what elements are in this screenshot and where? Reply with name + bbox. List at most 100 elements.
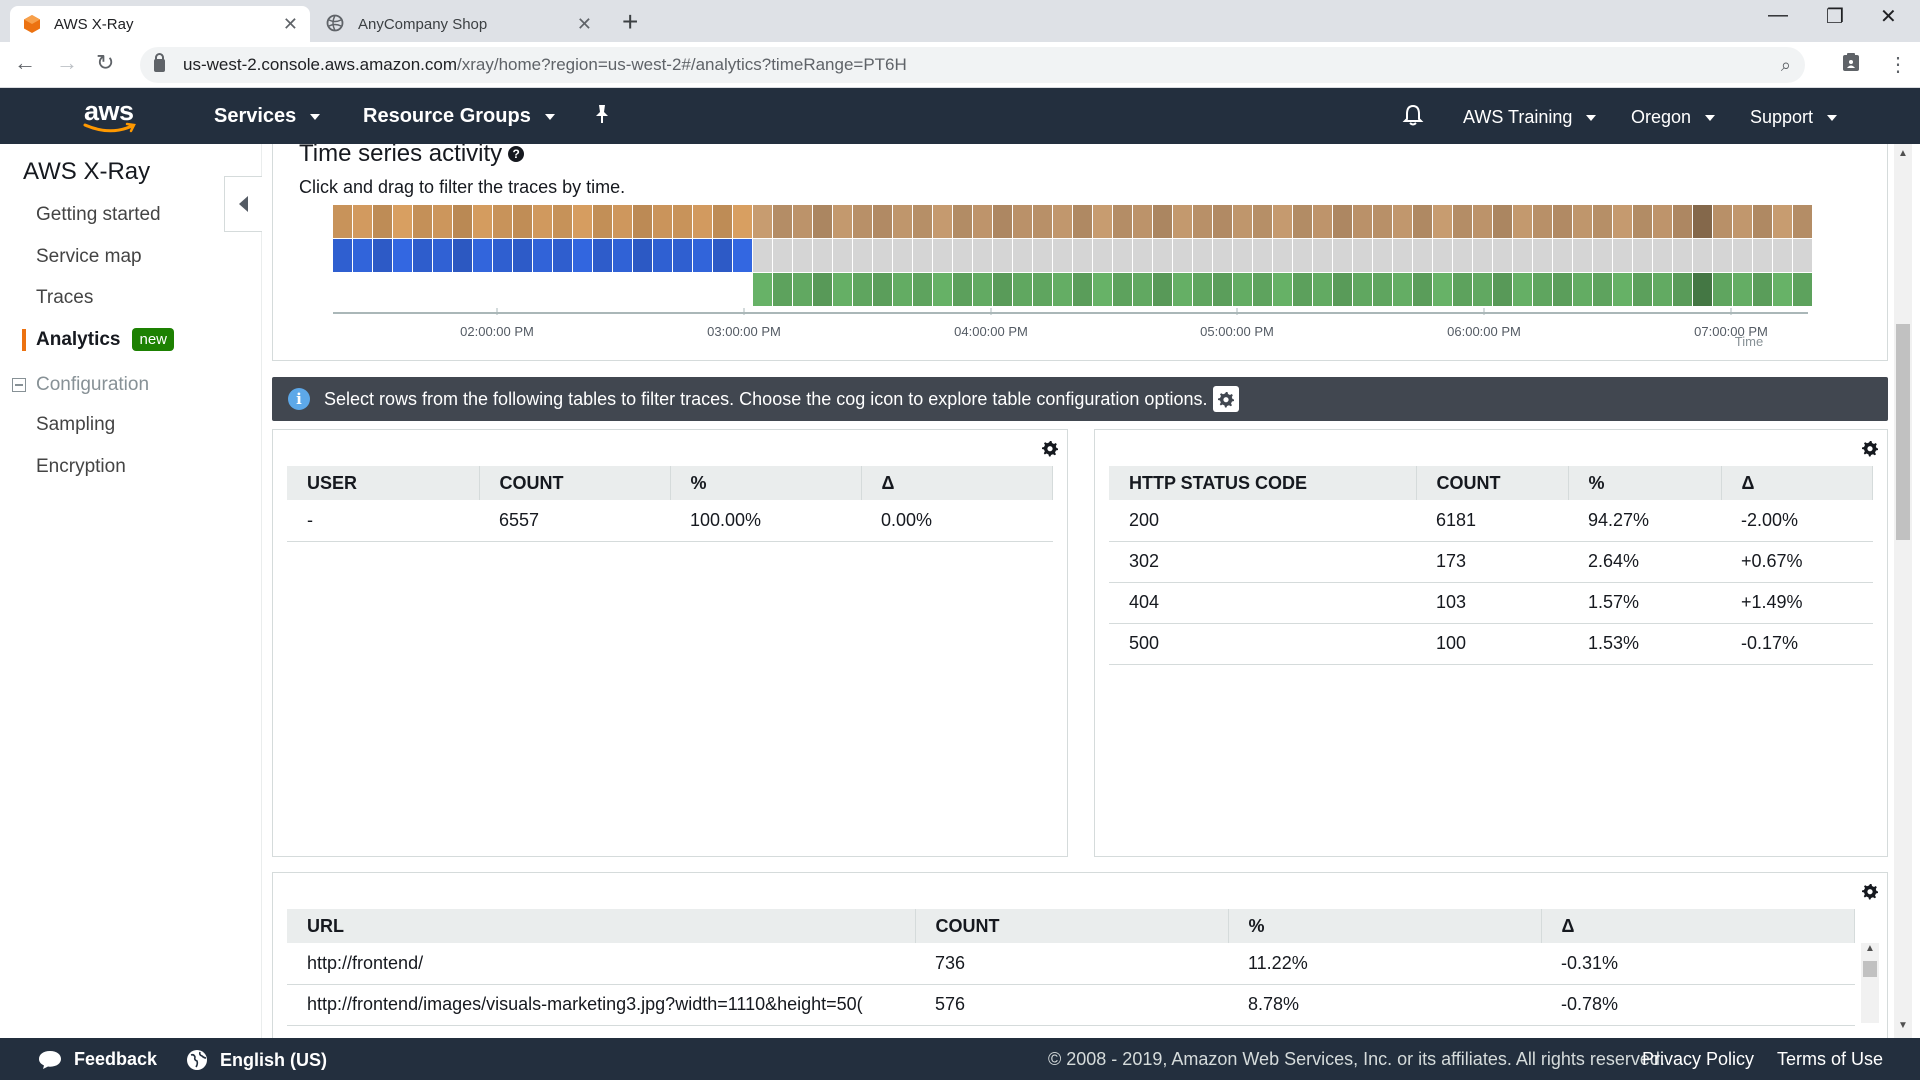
cog-icon[interactable] (1213, 386, 1240, 412)
heatmap-cell (553, 239, 572, 272)
sidebar-item-encryption[interactable]: Encryption (36, 456, 126, 478)
support-menu[interactable]: Support (1750, 107, 1838, 128)
scroll-down-icon[interactable]: ▼ (1898, 1020, 1908, 1031)
heatmap-cell (373, 239, 392, 272)
column-header-url[interactable]: URL (287, 909, 916, 943)
table-row[interactable]: 302 173 2.64% +0.67% (1109, 541, 1873, 583)
close-icon[interactable]: ✕ (577, 14, 592, 35)
region-menu[interactable]: Oregon (1631, 107, 1716, 128)
services-menu[interactable]: Services (214, 105, 321, 128)
aws-logo[interactable]: aws (82, 96, 142, 136)
heatmap-cell (1033, 273, 1052, 306)
privacy-policy-link[interactable]: Privacy Policy (1642, 1049, 1754, 1070)
column-header-count[interactable]: COUNT (914, 909, 1229, 943)
url-table-scrollbar[interactable]: ▲ (1861, 943, 1879, 1023)
heatmap-cell (1753, 205, 1772, 238)
table-row[interactable]: 200 6181 94.27% -2.00% (1109, 500, 1873, 542)
new-tab-icon[interactable]: + (622, 6, 638, 38)
sidebar-item-service-map[interactable]: Service map (36, 246, 142, 268)
account-menu[interactable]: AWS Training (1463, 107, 1597, 128)
sidebar-item-getting-started[interactable]: Getting started (36, 204, 161, 226)
maximize-icon[interactable]: ❐ (1826, 4, 1844, 29)
scrollbar-thumb[interactable] (1896, 324, 1910, 540)
table-row[interactable]: http://frontend/ 736 11.22% -0.31% (287, 943, 1855, 985)
heatmap-cell (993, 239, 1012, 272)
table-row[interactable]: 404 103 1.57% +1.49% (1109, 582, 1873, 624)
heatmap-cell (1233, 205, 1252, 238)
sidebar-item-sampling[interactable]: Sampling (36, 414, 115, 436)
reload-icon[interactable]: ↻ (96, 50, 114, 76)
heatmap-cell (1533, 273, 1552, 306)
minimize-icon[interactable]: — (1768, 4, 1788, 27)
clipboard-icon[interactable] (1842, 52, 1860, 78)
heatmap-cell (393, 239, 412, 272)
heatmap-cell (773, 205, 792, 238)
main-content: Time series activity? Click and drag to … (262, 144, 1894, 1038)
tab-anycompany-shop[interactable]: AnyCompany Shop ✕ (314, 6, 604, 42)
scroll-up-icon[interactable]: ▲ (1865, 943, 1875, 954)
column-header-delta[interactable]: Δ (1540, 909, 1855, 943)
menu-icon[interactable]: ⋮ (1888, 52, 1908, 77)
collapse-sidebar-button[interactable] (224, 176, 262, 232)
heatmap-cell (1693, 273, 1712, 306)
cog-icon[interactable] (1861, 883, 1879, 906)
time-series-heatmap[interactable] (333, 205, 1833, 345)
close-icon[interactable]: ✕ (283, 14, 298, 35)
heatmap-cell (1733, 273, 1752, 306)
column-header-delta[interactable]: Δ (1720, 466, 1873, 500)
user-cell: - (287, 500, 479, 542)
tab-aws-xray[interactable]: AWS X-Ray ✕ (10, 6, 310, 42)
table-row[interactable]: http://frontend/images/visuals-marketing… (287, 984, 1855, 1026)
heatmap-cell (733, 239, 752, 272)
back-icon[interactable]: ← (14, 50, 36, 76)
column-header-http-status[interactable]: HTTP STATUS CODE (1109, 466, 1417, 500)
close-window-icon[interactable]: ✕ (1880, 4, 1897, 29)
cog-icon[interactable] (1041, 440, 1059, 463)
time-series-panel: Time series activity? Click and drag to … (272, 144, 1888, 361)
scrollbar-thumb[interactable] (1863, 961, 1877, 977)
column-header-delta[interactable]: Δ (860, 466, 1053, 500)
heatmap-cell (913, 205, 932, 238)
user-table-panel: USER COUNT % Δ - 6557 100.00% 0.00% (272, 429, 1068, 857)
column-header-percent[interactable]: % (669, 466, 862, 500)
language-selector[interactable]: English (US) (186, 1049, 327, 1071)
table-row[interactable]: 500 100 1.53% -0.17% (1109, 623, 1873, 665)
column-header-percent[interactable]: % (1227, 909, 1542, 943)
heatmap-cell (1493, 273, 1512, 306)
page-scrollbar[interactable]: ▲ ▼ (1894, 144, 1912, 1038)
lock-icon (154, 52, 165, 72)
zoom-icon[interactable]: ⌕ (1781, 55, 1791, 76)
heatmap-cell (913, 239, 932, 272)
heatmap-cell (1453, 205, 1472, 238)
forward-icon[interactable]: → (56, 50, 78, 76)
heatmap-cell (1433, 273, 1452, 306)
feedback-link[interactable]: Feedback (38, 1049, 157, 1070)
heatmap-cell (1333, 205, 1352, 238)
sidebar-item-traces[interactable]: Traces (36, 287, 93, 309)
heatmap-cell (473, 239, 492, 272)
heatmap-cell (1033, 205, 1052, 238)
sidebar-section-configuration[interactable]: Configuration (12, 374, 149, 396)
heatmap-cell (673, 239, 692, 272)
address-bar[interactable]: us-west-2.console.aws.amazon.com/xray/ho… (140, 47, 1805, 83)
column-header-user[interactable]: USER (287, 466, 480, 500)
bell-icon[interactable] (1402, 103, 1424, 127)
sidebar-item-analytics[interactable]: Analytics new (36, 328, 175, 351)
table-row[interactable]: - 6557 100.00% 0.00% (287, 500, 1053, 542)
column-header-count[interactable]: COUNT (1415, 466, 1569, 500)
delta-cell: +0.67% (1721, 541, 1873, 583)
heatmap-cell (1313, 239, 1332, 272)
column-header-percent[interactable]: % (1567, 466, 1722, 500)
pin-icon[interactable] (592, 103, 612, 125)
resource-groups-menu[interactable]: Resource Groups (363, 105, 555, 128)
time-axis-label: 02:00:00 PM (460, 324, 534, 339)
column-header-count[interactable]: COUNT (478, 466, 671, 500)
globe-icon (326, 14, 346, 34)
cog-icon[interactable] (1861, 440, 1879, 463)
heatmap-cell (1793, 205, 1812, 238)
help-icon[interactable]: ? (508, 146, 525, 162)
scroll-up-icon[interactable]: ▲ (1898, 148, 1908, 159)
heatmap-cell (1493, 239, 1512, 272)
terms-of-use-link[interactable]: Terms of Use (1777, 1049, 1883, 1070)
sidebar-title: AWS X-Ray (23, 158, 151, 185)
